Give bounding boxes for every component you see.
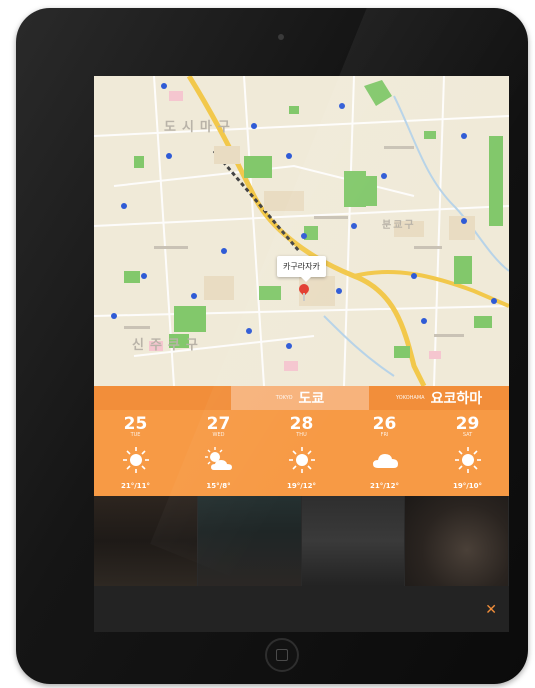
map-district-label: 분쿄구: [382, 220, 416, 231]
forecast-weekday: WED: [212, 432, 225, 438]
forecast-temp: 26: [372, 414, 397, 434]
photo-thumbnail[interactable]: [94, 496, 198, 586]
forecast-weekday: THU: [296, 432, 307, 438]
tablet-device: 도시마구 신주쿠구 분쿄구 카구라자카 TOKYO 도쿄 YOKOHAMA 요코…: [16, 8, 528, 684]
forecast-day[interactable]: 28 THU 19°/12°: [260, 410, 343, 496]
city-tab-current[interactable]: TOKYO 도쿄: [231, 386, 369, 410]
app-screen: 도시마구 신주쿠구 분쿄구 카구라자카 TOKYO 도쿄 YOKOHAMA 요코…: [94, 76, 509, 632]
cloud-icon: [372, 454, 398, 468]
photo-strip: [94, 496, 509, 586]
forecast-range: 19°/12°: [286, 482, 317, 490]
forecast-range: 15°/8°: [206, 482, 231, 490]
forecast-temp: 25: [123, 414, 148, 434]
forecast-range: 21°/11°: [120, 482, 151, 490]
map-district-label: 도시마구: [164, 120, 236, 135]
sun-icon: [122, 447, 149, 473]
forecast-weekday: TUE: [130, 432, 141, 438]
location-callout[interactable]: 카구라자카: [277, 256, 326, 282]
footer-bar: ✕: [94, 586, 509, 632]
forecast-weekday: SAT: [462, 432, 473, 438]
map-view[interactable]: 도시마구 신주쿠구 분쿄구 카구라자카: [94, 76, 509, 386]
sun-cloud-icon: [204, 447, 232, 470]
photo-thumbnail[interactable]: [301, 496, 406, 586]
city-name: 요코하마: [430, 391, 483, 407]
forecast-day[interactable]: 26 FRI 21°/12°: [343, 410, 426, 496]
forecast-temp: 29: [455, 414, 480, 434]
city-tab-next[interactable]: YOKOHAMA 요코하마: [396, 386, 482, 410]
home-button[interactable]: [265, 638, 299, 672]
city-sub-label: TOKYO: [275, 395, 293, 401]
sun-icon: [454, 447, 481, 473]
forecast-temp: 27: [206, 414, 231, 434]
weather-forecast: 25 TUE 21°/11° 27 WED 15°/8° 28 THU 19°/…: [94, 410, 509, 496]
forecast-day[interactable]: 27 WED 15°/8°: [177, 410, 260, 496]
city-name: 도쿄: [298, 391, 325, 407]
camera-icon: [278, 34, 284, 40]
sun-icon: [288, 447, 315, 473]
forecast-range: 21°/12°: [369, 482, 400, 490]
map-district-label: 신주쿠구: [132, 338, 204, 353]
forecast-day[interactable]: 25 TUE 21°/11°: [94, 410, 177, 496]
city-sub-label: YOKOHAMA: [396, 395, 425, 401]
forecast-weekday: FRI: [380, 432, 389, 438]
forecast-temp: 28: [289, 414, 314, 434]
photo-thumbnail[interactable]: [197, 496, 302, 586]
photo-thumbnail[interactable]: [405, 496, 509, 586]
forecast-range: 19°/10°: [452, 482, 483, 490]
close-icon[interactable]: ✕: [485, 602, 497, 618]
forecast-day[interactable]: 29 SAT 19°/10°: [426, 410, 509, 496]
city-selector: TOKYO 도쿄 YOKOHAMA 요코하마: [94, 386, 509, 410]
location-pin-stem: [303, 293, 305, 301]
